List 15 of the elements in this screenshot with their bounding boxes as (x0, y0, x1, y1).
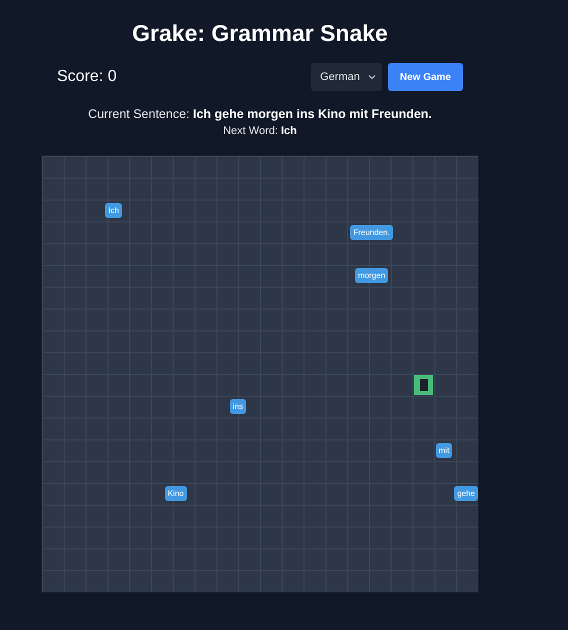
new-game-button[interactable]: New Game (388, 63, 463, 91)
score-text: Score: 0 (57, 68, 117, 86)
word-tile: mit (436, 442, 452, 458)
word-tile: morgen (355, 268, 388, 284)
word-tile: Kino (164, 486, 187, 502)
page-title: Grake: Grammar Snake (132, 20, 388, 47)
chevron-down-icon (368, 74, 376, 80)
word-tile: Ich (105, 202, 122, 218)
next-word: Next Word: Ich (223, 125, 297, 137)
current-sentence: Current Sentence: Ich gehe morgen ins Kino mit Freunden. (88, 107, 432, 121)
snake-head (414, 374, 433, 395)
word-tile: Freunden. (350, 224, 393, 240)
word-tile: gehe (454, 486, 478, 502)
word-tile: ins (230, 399, 246, 414)
language-select[interactable]: German (311, 63, 382, 91)
